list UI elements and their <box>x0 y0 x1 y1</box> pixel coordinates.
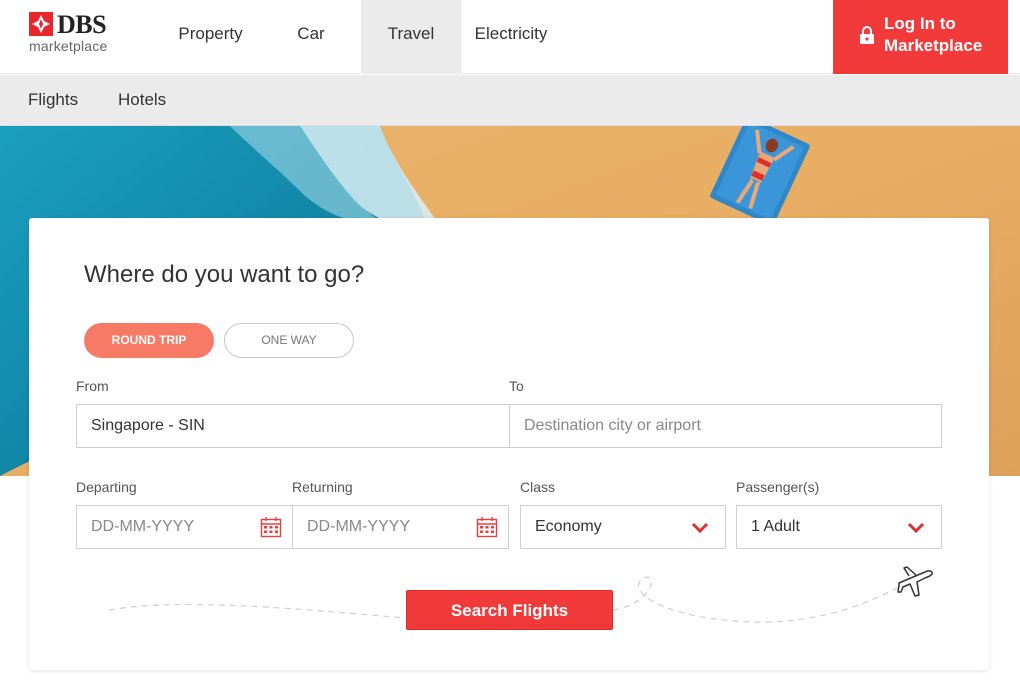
top-navigation: DBS marketplace Property Car Travel Elec… <box>0 0 1020 74</box>
subnav-item-flights[interactable]: Flights <box>28 75 78 125</box>
nav-item-travel[interactable]: Travel <box>361 0 461 74</box>
login-label: Log In to Marketplace <box>884 14 983 55</box>
nav-item-electricity[interactable]: Electricity <box>465 0 557 74</box>
brand-subtitle: marketplace <box>29 38 108 54</box>
search-flights-button[interactable]: Search Flights <box>406 590 613 630</box>
flight-search-card: Where do you want to go? ROUND TRIP ONE … <box>29 218 989 670</box>
airplane-icon <box>897 566 933 597</box>
dbs-logo[interactable]: DBS marketplace <box>29 10 119 57</box>
nav-item-car[interactable]: Car <box>276 0 346 74</box>
subnav-item-hotels[interactable]: Hotels <box>118 75 166 125</box>
lock-icon <box>860 26 874 44</box>
sub-navigation: Flights Hotels <box>0 75 1020 126</box>
dbs-star-icon <box>29 12 53 36</box>
login-button[interactable]: Log In to Marketplace <box>833 0 1008 74</box>
nav-item-property[interactable]: Property <box>163 0 258 74</box>
brand-name: DBS <box>57 10 107 39</box>
